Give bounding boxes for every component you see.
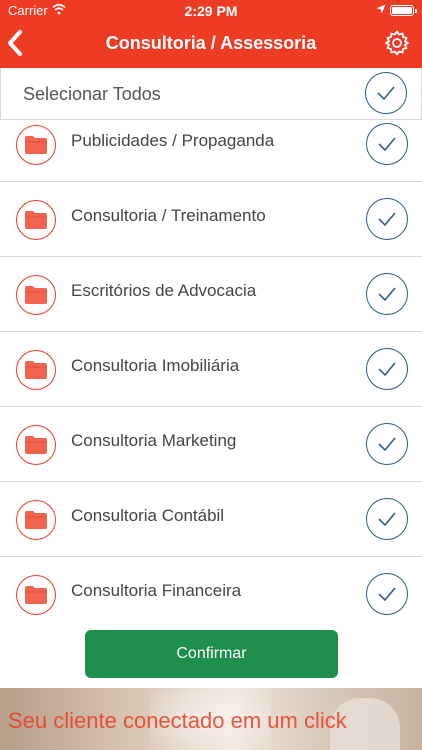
- select-all-checkbox[interactable]: [365, 72, 407, 114]
- confirm-button[interactable]: Confirmar: [85, 630, 338, 678]
- select-all-row[interactable]: Selecionar Todos: [0, 68, 422, 120]
- list-item-label: Consultoria Imobiliária: [71, 356, 240, 375]
- gear-icon[interactable]: [384, 30, 410, 56]
- folder-icon: [16, 425, 56, 465]
- list-item-label: Consultoria Financeira: [71, 581, 242, 600]
- list-item-label: Escritórios de Advocacia: [71, 281, 257, 300]
- ad-banner[interactable]: Seu cliente conectado em um click: [0, 688, 422, 750]
- list-item[interactable]: Consultoria Marketing: [0, 407, 422, 482]
- item-checkbox[interactable]: [366, 123, 408, 165]
- checkmark-icon: [378, 362, 396, 377]
- checkmark-icon: [378, 137, 396, 152]
- item-checkbox[interactable]: [366, 348, 408, 390]
- checkmark-icon: [377, 86, 395, 101]
- battery-icon: [390, 5, 417, 16]
- checkmark-icon: [378, 587, 396, 602]
- list-item[interactable]: Consultoria Imobiliária: [0, 332, 422, 407]
- folder-icon: [16, 125, 56, 165]
- category-list: Publicidades / Propaganda Consultoria / …: [0, 120, 422, 625]
- list-item-label: Consultoria Contábil: [71, 506, 225, 525]
- banner-text: Seu cliente conectado em um click: [8, 708, 347, 733]
- folder-icon: [16, 275, 56, 315]
- status-bar: Carrier 2:29 PM: [0, 0, 422, 22]
- folder-icon: [16, 500, 56, 540]
- list-item-label: Publicidades / Propaganda: [71, 131, 275, 150]
- list-item[interactable]: Consultoria Contábil: [0, 482, 422, 557]
- list-item[interactable]: Consultoria Financeira: [0, 557, 422, 625]
- checkmark-icon: [378, 512, 396, 527]
- page-title: Consultoria / Assessoria: [105, 33, 317, 53]
- folder-icon: [16, 200, 56, 240]
- checkmark-icon: [378, 287, 396, 302]
- select-all-label: Selecionar Todos: [23, 84, 161, 104]
- folder-icon: [16, 575, 56, 615]
- location-arrow-icon: [376, 4, 386, 14]
- checkmark-icon: [378, 212, 396, 227]
- item-checkbox[interactable]: [366, 273, 408, 315]
- list-item-label: Consultoria / Treinamento: [71, 206, 266, 225]
- top-bar: Carrier 2:29 PM Consultoria / Assessoria: [0, 0, 422, 68]
- list-item-label: Consultoria Marketing: [71, 431, 237, 450]
- item-checkbox[interactable]: [366, 498, 408, 540]
- item-checkbox[interactable]: [366, 198, 408, 240]
- item-checkbox[interactable]: [366, 573, 408, 615]
- folder-icon: [16, 350, 56, 390]
- checkmark-icon: [378, 437, 396, 452]
- list-item[interactable]: Consultoria / Treinamento: [0, 182, 422, 257]
- list-item[interactable]: Escritórios de Advocacia: [0, 257, 422, 332]
- list-item[interactable]: Publicidades / Propaganda: [0, 120, 422, 182]
- item-checkbox[interactable]: [366, 423, 408, 465]
- status-time: 2:29 PM: [184, 3, 238, 19]
